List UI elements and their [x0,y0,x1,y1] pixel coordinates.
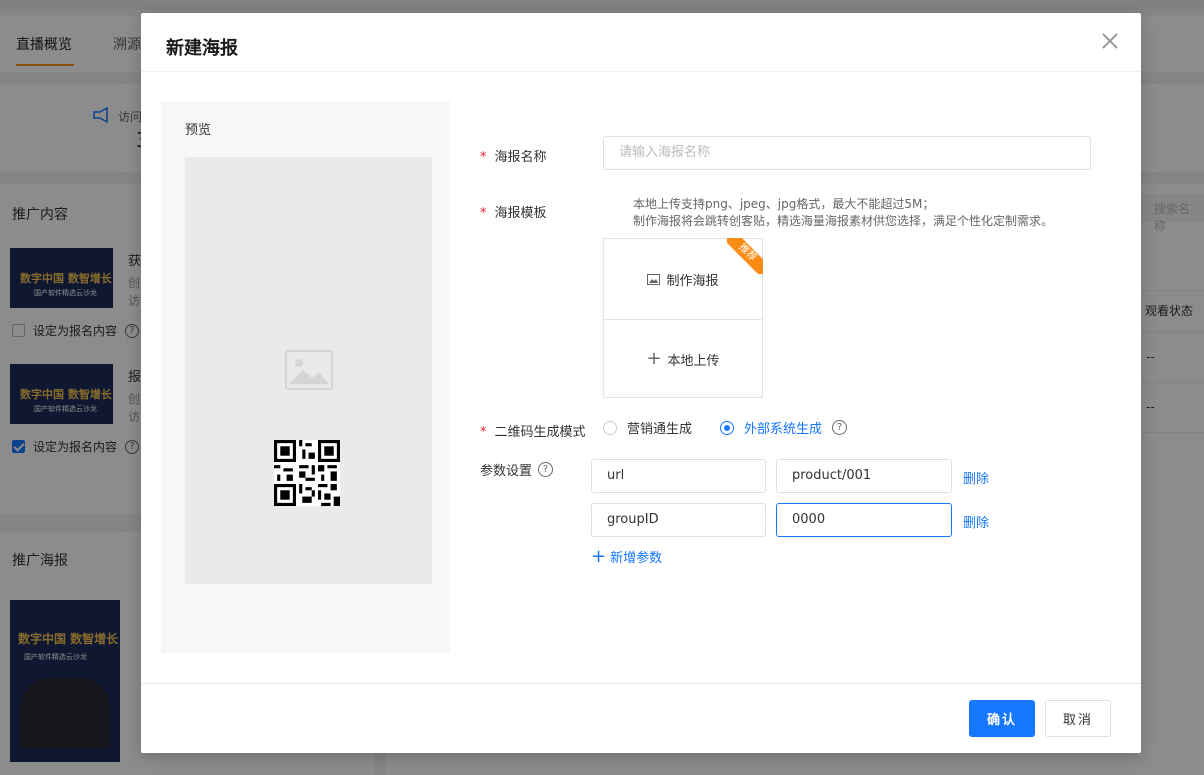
confirm-button[interactable]: 确认 [969,700,1035,737]
params-label: 参数设置 ? [480,460,554,479]
add-param-button[interactable]: + 新增参数 [591,547,662,566]
poster-template-label: * 海报模板 [480,206,547,221]
radio-external[interactable]: 外部系统生成 [720,418,822,437]
dialog-header: 新建海报 [141,13,1141,72]
add-param-label: 新增参数 [610,551,663,566]
dialog-title: 新建海报 [166,38,238,59]
radio-dot[interactable] [603,420,617,435]
template-hint-line2: 制作海报将会跳转创客贴，精选海量海报素材供您选择，满足个性化定制需求。 [633,214,1054,228]
param-value-input[interactable]: 0000 [776,503,952,537]
qr-mode-label: * 二维码生成模式 [480,425,586,440]
template-hint-line1: 本地上传支持png、jpeg、jpg格式，最大不能超过5M； [633,197,935,211]
radio-dot-selected[interactable] [720,420,735,435]
plus-icon: + [646,348,662,369]
poster-preview-canvas [185,157,432,584]
radio-marketing[interactable]: 营销通生成 [603,418,692,437]
delete-param-button[interactable]: 删除 [963,468,989,487]
param-value-input[interactable]: product/001 [776,459,952,493]
radio-label: 营销通生成 [627,422,693,437]
cancel-button[interactable]: 取消 [1045,700,1111,737]
preview-panel: 预览 [161,101,450,653]
radio-label: 外部系统生成 [744,422,823,437]
image-placeholder-icon [285,350,333,390]
delete-param-button[interactable]: 删除 [963,512,989,531]
param-key-input[interactable]: groupID [591,503,766,537]
local-upload-button[interactable]: + 本地上传 [604,319,762,399]
make-poster-label: 制作海报 [666,273,719,289]
qr-mode-radio-group: 营销通生成 外部系统生成 ? [603,418,848,437]
param-key-input[interactable]: url [591,459,766,493]
template-options-box: 制作海报 推荐 + 本地上传 [603,238,763,398]
help-icon[interactable]: ? [832,420,848,435]
close-icon[interactable] [1099,31,1121,53]
image-icon [647,273,661,285]
local-upload-label: 本地上传 [667,353,720,369]
new-poster-dialog: 新建海报 预览 * 海报名称 请输入海报名称 * 海报模板 本地上传支持png、… [141,13,1141,753]
preview-label: 预览 [185,123,212,138]
plus-icon: + [591,545,607,567]
qr-code-icon [274,440,340,506]
recommend-ribbon: 推荐 [727,238,763,274]
dialog-footer: 确认 取消 [141,683,1141,753]
help-icon[interactable]: ? [538,462,554,477]
poster-name-label: * 海报名称 [480,150,547,165]
poster-name-input[interactable]: 请输入海报名称 [603,136,1091,170]
